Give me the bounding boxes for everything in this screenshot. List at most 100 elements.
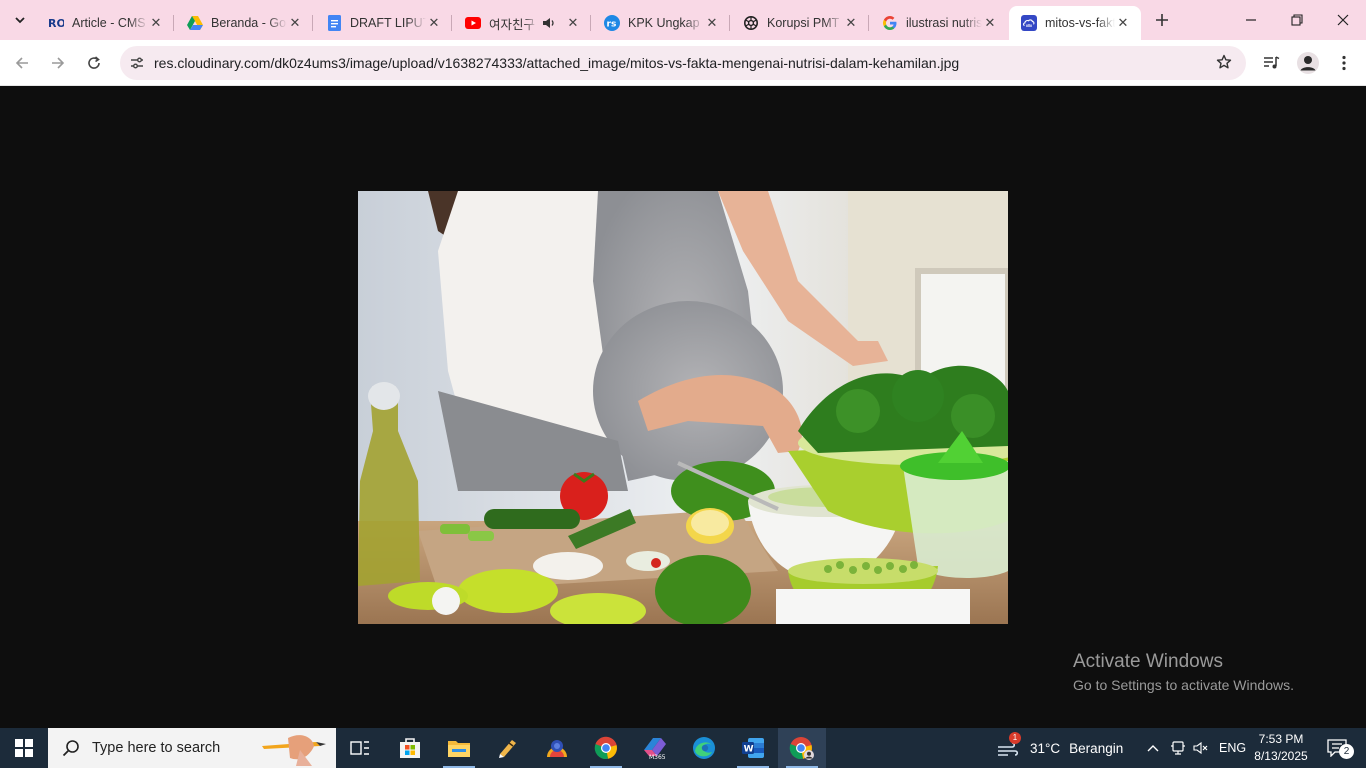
tab-title: DRAFT LIPUTAN bbox=[350, 16, 426, 30]
tab-google-drive[interactable]: Beranda - Google Drive ✕ bbox=[175, 6, 313, 40]
microsoft-store-button[interactable] bbox=[386, 728, 434, 768]
forward-button[interactable] bbox=[42, 47, 74, 79]
app-icon bbox=[499, 740, 516, 758]
tab-title: Beranda - Google Drive bbox=[211, 16, 287, 30]
close-tab-icon[interactable]: ✕ bbox=[982, 15, 998, 31]
language-indicator[interactable]: ENG bbox=[1219, 728, 1246, 768]
tab-mitos-vs-fakta[interactable]: mitos-vs-fakta ✕ bbox=[1009, 6, 1141, 40]
restore-button[interactable] bbox=[1274, 0, 1320, 40]
weather-widget[interactable]: 1 31°C Berangin bbox=[996, 728, 1123, 768]
tab-draft-liputan[interactable]: DRAFT LIPUTAN ✕ bbox=[314, 6, 452, 40]
arrow-right-icon bbox=[52, 57, 65, 69]
tab-separator bbox=[451, 15, 452, 31]
tab-separator bbox=[590, 15, 591, 31]
vpn-icon bbox=[547, 740, 567, 757]
notification-count-badge: 2 bbox=[1339, 744, 1354, 759]
url-text[interactable]: res.cloudinary.com/dk0z4ums3/image/uploa… bbox=[154, 55, 959, 71]
tab-ilustrasi-nutrisi[interactable]: ilustrasi nutrisi ✕ bbox=[870, 6, 1008, 40]
tab-search-button[interactable] bbox=[8, 8, 32, 32]
reload-button[interactable] bbox=[78, 47, 110, 79]
tab-title: KPK Ungkap bbox=[628, 16, 700, 30]
tab-separator bbox=[173, 15, 174, 31]
tab-korupsi-pmt[interactable]: Korupsi PMT ✕ bbox=[731, 6, 869, 40]
edge-button[interactable] bbox=[680, 728, 728, 768]
tab-separator bbox=[312, 15, 313, 31]
task-view-button[interactable] bbox=[336, 728, 384, 768]
tab-title: Article - CMS bbox=[72, 16, 146, 30]
clock-date: 8/13/2025 bbox=[1254, 749, 1308, 763]
microsoft-store-icon bbox=[400, 738, 420, 758]
reload-icon bbox=[88, 56, 100, 69]
weather-alert-badge: 1 bbox=[1009, 732, 1021, 744]
word-button[interactable]: W bbox=[729, 728, 777, 768]
system-clock[interactable]: 7:53 PM 8/13/2025 bbox=[1248, 731, 1314, 765]
tab-kpk-ungkap[interactable]: rs KPK Ungkap ✕ bbox=[592, 6, 730, 40]
pregnancy-nutrition-photo[interactable] bbox=[358, 191, 1008, 624]
new-tab-button[interactable] bbox=[1150, 8, 1174, 32]
google-docs-icon bbox=[326, 15, 342, 31]
tab-article-cms[interactable]: RO Article - CMS ✕ bbox=[36, 6, 174, 40]
close-tab-icon[interactable]: ✕ bbox=[704, 15, 720, 31]
edge-icon bbox=[693, 737, 715, 759]
close-window-button[interactable] bbox=[1320, 0, 1366, 40]
arrow-left-icon bbox=[15, 57, 28, 69]
weather-wind-icon: 1 bbox=[996, 732, 1021, 758]
search-placeholder: Type here to search bbox=[92, 740, 221, 756]
weather-condition: Berangin bbox=[1069, 740, 1124, 756]
plus-icon bbox=[1156, 14, 1168, 26]
back-button[interactable] bbox=[6, 47, 38, 79]
svg-text:M365: M365 bbox=[649, 754, 666, 760]
close-icon bbox=[1337, 14, 1349, 26]
minimize-icon bbox=[1246, 19, 1256, 21]
notification-center-button[interactable]: 2 bbox=[1322, 728, 1354, 768]
windows-taskbar: Type here to search M365 W 1 31°C Berang… bbox=[0, 728, 1366, 768]
ro-logo-icon: RO bbox=[48, 15, 64, 31]
watermark-title: Activate Windows bbox=[1073, 651, 1223, 672]
browser-toolbar: res.cloudinary.com/dk0z4ums3/image/uploa… bbox=[0, 40, 1366, 86]
close-tab-icon[interactable]: ✕ bbox=[287, 15, 303, 31]
tab-separator bbox=[868, 15, 869, 31]
m365-icon: M365 bbox=[644, 738, 666, 760]
show-hidden-icons-button[interactable] bbox=[1144, 728, 1162, 768]
chatgpt-icon bbox=[743, 15, 759, 31]
vpn-app-button[interactable] bbox=[533, 728, 581, 768]
svg-text:W: W bbox=[744, 745, 754, 755]
google-icon bbox=[882, 15, 898, 31]
close-tab-icon[interactable]: ✕ bbox=[843, 15, 859, 31]
bookmark-star-icon[interactable] bbox=[1216, 54, 1232, 75]
close-tab-icon[interactable]: ✕ bbox=[1115, 15, 1131, 31]
rs-icon: rs bbox=[604, 15, 620, 31]
start-button[interactable] bbox=[0, 728, 48, 768]
activate-windows-watermark: Activate Windows Go to Settings to activ… bbox=[1073, 651, 1294, 693]
address-bar[interactable]: res.cloudinary.com/dk0z4ums3/image/uploa… bbox=[120, 46, 1246, 80]
tab-youtube[interactable]: 여자친구 ✕ bbox=[453, 6, 591, 40]
windows-logo-icon bbox=[15, 739, 33, 757]
close-tab-icon[interactable]: ✕ bbox=[565, 15, 581, 31]
tab-title: ilustrasi nutrisi bbox=[906, 16, 982, 30]
search-highlight-illustration bbox=[262, 735, 326, 766]
chrome-profile-button[interactable] bbox=[778, 728, 826, 768]
task-view-icon bbox=[350, 741, 369, 755]
chrome-button[interactable] bbox=[582, 728, 630, 768]
minimize-button[interactable] bbox=[1228, 0, 1274, 40]
pinned-app-button[interactable] bbox=[484, 728, 532, 768]
media-controls-icon[interactable] bbox=[1260, 51, 1284, 75]
taskbar-search-box[interactable]: Type here to search bbox=[48, 728, 336, 768]
google-drive-icon bbox=[187, 15, 203, 31]
weather-temperature: 31°C bbox=[1030, 740, 1061, 756]
volume-muted-icon[interactable] bbox=[1192, 728, 1210, 768]
restore-icon bbox=[1291, 14, 1303, 26]
profile-avatar[interactable] bbox=[1296, 51, 1320, 75]
m365-button[interactable]: M365 bbox=[631, 728, 679, 768]
network-icon[interactable] bbox=[1169, 728, 1187, 768]
file-explorer-button[interactable] bbox=[435, 728, 483, 768]
menu-dots-icon[interactable] bbox=[1332, 51, 1356, 75]
photo-illustration bbox=[358, 191, 1008, 624]
tab-title: 여자친구 bbox=[489, 17, 536, 32]
close-tab-icon[interactable]: ✕ bbox=[148, 15, 164, 31]
close-tab-icon[interactable]: ✕ bbox=[426, 15, 442, 31]
site-info-icon[interactable] bbox=[120, 55, 154, 71]
tab-strip: RO Article - CMS ✕ Beranda - Google Driv… bbox=[0, 0, 1366, 40]
svg-text:rs: rs bbox=[607, 20, 617, 30]
speaker-icon[interactable] bbox=[541, 15, 557, 31]
